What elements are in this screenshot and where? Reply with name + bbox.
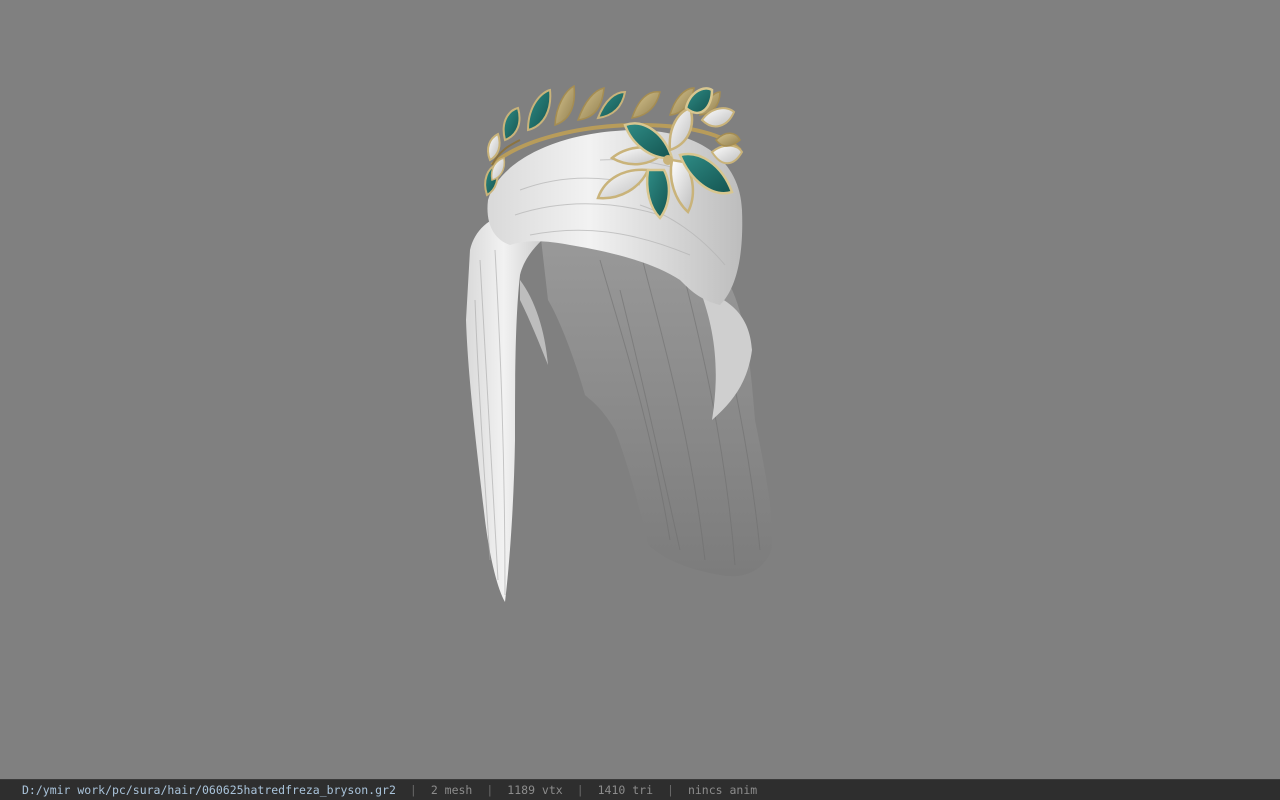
status-separator: | bbox=[409, 783, 417, 797]
status-file-path: D:/ymir work/pc/sura/hair/060625hatredfr… bbox=[22, 783, 396, 797]
hair-model-render bbox=[466, 84, 773, 602]
status-triangle-count: 1410 tri bbox=[597, 783, 654, 797]
status-separator: | bbox=[576, 783, 584, 797]
3d-viewport[interactable] bbox=[0, 0, 1280, 779]
status-animation: nincs anim bbox=[687, 783, 758, 797]
status-separator: | bbox=[667, 783, 674, 797]
status-bar: D:/ymir work/pc/sura/hair/060625hatredfr… bbox=[0, 779, 1280, 800]
status-mesh-count: 2 mesh bbox=[430, 783, 473, 797]
status-separator: | bbox=[486, 783, 494, 797]
status-vertex-count: 1189 vtx bbox=[507, 783, 563, 797]
